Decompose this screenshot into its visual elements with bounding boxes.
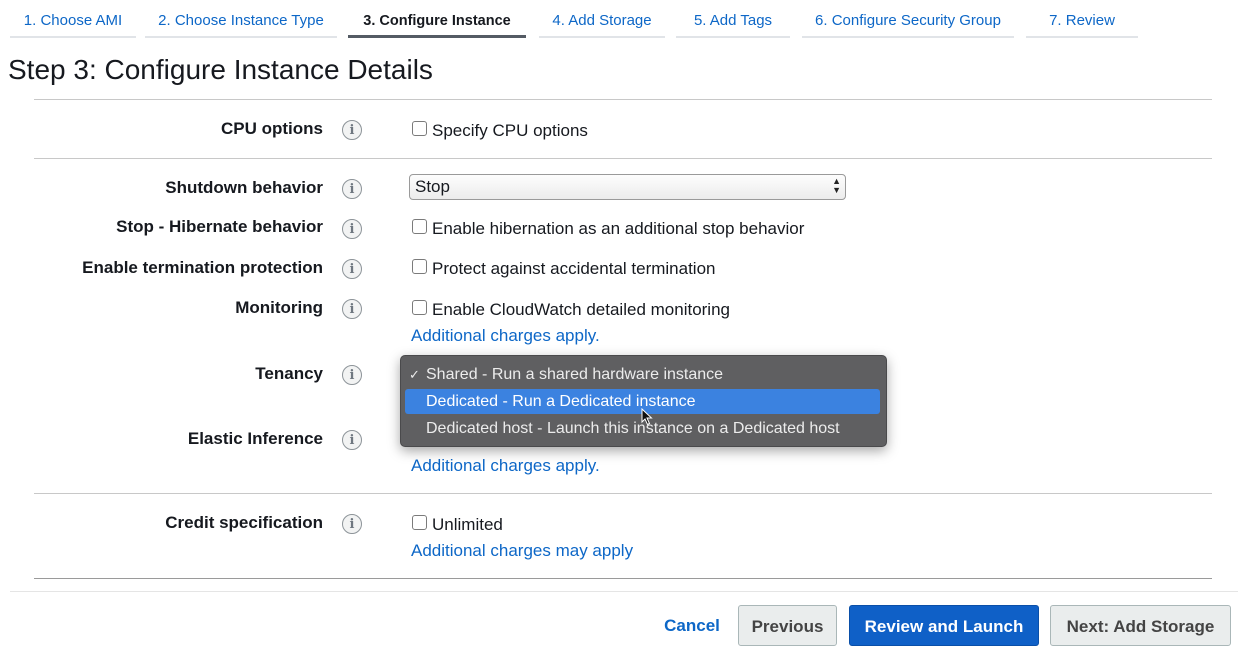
previous-button[interactable]: Previous [738,605,837,646]
divider [34,99,1212,100]
divider [34,158,1212,159]
step-choose-ami[interactable]: 1. Choose AMI [10,0,136,38]
step-configure-security-group[interactable]: 6. Configure Security Group [802,0,1014,38]
next-add-storage-button[interactable]: Next: Add Storage [1050,605,1231,646]
info-icon[interactable]: i [342,120,362,140]
info-icon[interactable]: i [342,219,362,239]
info-icon[interactable]: i [342,179,362,199]
unlimited-checkbox[interactable] [412,515,427,530]
tenancy-dropdown-menu: ✓ Shared - Run a shared hardware instanc… [400,355,887,447]
hibernate-behavior-label: Stop - Hibernate behavior [116,217,323,236]
page-title: Step 3: Configure Instance Details [8,54,433,85]
footer-divider [10,591,1238,592]
tenancy-option-shared-label: Shared - Run a shared hardware instance [426,366,724,383]
tenancy-option-shared[interactable]: ✓ Shared - Run a shared hardware instanc… [405,362,880,387]
unlimited-checkbox-label[interactable]: Unlimited [432,515,503,535]
tenancy-option-dedicated-label: Dedicated - Run a Dedicated instance [426,393,696,410]
shutdown-behavior-label: Shutdown behavior [165,178,323,197]
info-icon[interactable]: i [342,430,362,450]
cpu-options-checkbox[interactable] [412,121,427,136]
divider [34,493,1212,494]
mouse-cursor-icon [641,408,653,426]
cpu-options-checkbox-label[interactable]: Specify CPU options [432,121,588,141]
divider [34,578,1212,579]
info-icon[interactable]: i [342,299,362,319]
cancel-button[interactable]: Cancel [655,605,729,646]
termination-protection-checkbox[interactable] [412,259,427,274]
hibernate-checkbox-label[interactable]: Enable hibernation as an additional stop… [432,219,804,239]
review-and-launch-button[interactable]: Review and Launch [849,605,1039,646]
monitoring-checkbox[interactable] [412,300,427,315]
elastic-inference-charges-link[interactable]: Additional charges apply. [411,456,600,476]
tenancy-option-dedicated-host-label: Dedicated host - Launch this instance on… [426,420,840,437]
hibernate-checkbox[interactable] [412,219,427,234]
step-add-tags[interactable]: 5. Add Tags [676,0,790,38]
checkmark-icon: ✓ [409,367,420,382]
cpu-options-label: CPU options [221,119,323,138]
termination-protection-checkbox-label[interactable]: Protect against accidental termination [432,259,716,279]
step-configure-instance[interactable]: 3. Configure Instance [348,0,526,38]
monitoring-charges-link[interactable]: Additional charges apply. [411,326,600,346]
tenancy-label: Tenancy [255,364,323,383]
step-add-storage[interactable]: 4. Add Storage [539,0,665,38]
info-icon[interactable]: i [342,514,362,534]
info-icon[interactable]: i [342,259,362,279]
select-arrows-icon: ▲ ▼ [832,176,841,195]
info-icon[interactable]: i [342,365,362,385]
monitoring-label: Monitoring [235,298,323,317]
credit-specification-label: Credit specification [165,513,323,532]
credit-charges-link[interactable]: Additional charges may apply [411,541,633,561]
shutdown-behavior-select[interactable]: Stop ▲ ▼ [409,174,846,200]
monitoring-checkbox-label[interactable]: Enable CloudWatch detailed monitoring [432,300,730,320]
termination-protection-label: Enable termination protection [82,258,323,277]
elastic-inference-label: Elastic Inference [187,429,323,448]
shutdown-behavior-value: Stop [415,177,450,196]
step-review[interactable]: 7. Review [1026,0,1138,38]
step-choose-instance-type[interactable]: 2. Choose Instance Type [145,0,337,38]
